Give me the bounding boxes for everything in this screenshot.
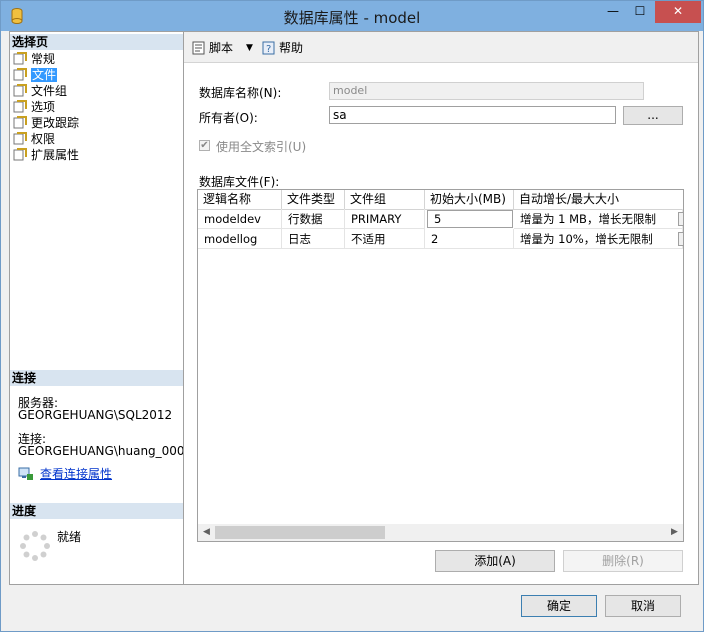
- nav-item-permissions[interactable]: 权限: [13, 131, 55, 147]
- database-properties-window: 数据库属性 - model — ☐ ✕ 选择页 常规 文件 文件组 选项 更改跟…: [0, 0, 704, 632]
- nav-item-label: 权限: [31, 132, 56, 146]
- page-icon: [13, 132, 27, 145]
- scroll-right-icon[interactable]: ▶: [666, 524, 683, 541]
- page-icon: [13, 84, 27, 97]
- ok-button[interactable]: 确定: [521, 595, 597, 617]
- cell-filegroup[interactable]: 不适用: [345, 229, 425, 249]
- owner-field[interactable]: sa: [329, 106, 616, 124]
- connection-properties-icon: [18, 467, 33, 480]
- connection-header: 连接: [10, 370, 183, 386]
- nav-item-general[interactable]: 常规: [13, 51, 55, 67]
- nav-item-label: 文件: [31, 68, 58, 82]
- col-file-type[interactable]: 文件类型: [282, 190, 345, 209]
- svg-text:?: ?: [266, 44, 271, 55]
- page-icon: [13, 68, 27, 81]
- db-name-label: 数据库名称(N):: [199, 86, 282, 100]
- nav-item-filegroups[interactable]: 文件组: [13, 83, 67, 99]
- cell-filegroup[interactable]: PRIMARY: [345, 209, 425, 229]
- cell-logical-name[interactable]: modellog: [198, 229, 282, 249]
- col-autogrowth[interactable]: 自动增长/最大大小: [514, 190, 683, 209]
- fulltext-label: 使用全文索引(U): [216, 140, 307, 154]
- cell-file-type[interactable]: 行数据: [282, 209, 345, 229]
- table-row[interactable]: modeldev 行数据 PRIMARY 5 增量为 1 MB，增长无限制: [198, 209, 683, 229]
- db-files-label: 数据库文件(F):: [199, 175, 280, 189]
- owner-label: 所有者(O):: [199, 111, 258, 125]
- remove-button[interactable]: 删除(R): [563, 550, 683, 572]
- nav-item-label: 更改跟踪: [31, 116, 80, 130]
- fulltext-checkbox[interactable]: ✔: [199, 140, 210, 151]
- view-connection-properties-link[interactable]: 查看连接属性: [18, 467, 112, 481]
- nav-item-label: 选项: [31, 100, 56, 114]
- scrollbar-thumb[interactable]: [215, 526, 385, 539]
- server-value: GEORGEHUANG\SQL2012: [18, 408, 173, 422]
- cell-file-type[interactable]: 日志: [282, 229, 345, 249]
- nav-item-options[interactable]: 选项: [13, 99, 55, 115]
- close-button[interactable]: ✕: [655, 1, 701, 23]
- nav-item-files[interactable]: 文件: [13, 67, 58, 83]
- owner-browse-button[interactable]: ...: [623, 106, 683, 125]
- connection-value: GEORGEHUANG\huang_000: [18, 444, 185, 458]
- page-icon: [13, 52, 27, 65]
- db-name-field: model: [329, 82, 644, 100]
- progress-spinner-icon: [20, 531, 50, 561]
- nav-item-label: 扩展属性: [31, 148, 80, 162]
- col-filegroup[interactable]: 文件组: [345, 190, 425, 209]
- page-icon: [13, 100, 27, 113]
- progress-header: 进度: [10, 503, 183, 519]
- script-dropdown-arrow[interactable]: ▼: [246, 40, 253, 56]
- nav-item-label: 常规: [31, 52, 56, 66]
- left-pane: 选择页 常规 文件 文件组 选项 更改跟踪 权限 扩展属性 连接 服务器: GE…: [9, 31, 185, 585]
- db-files-grid: 逻辑名称 文件类型 文件组 初始大小(MB) 自动增长/最大大小 modelde…: [197, 189, 684, 542]
- add-button[interactable]: 添加(A): [435, 550, 555, 572]
- nav-item-label: 文件组: [31, 84, 68, 98]
- view-connection-properties-label[interactable]: 查看连接属性: [40, 467, 112, 481]
- nav-item-extended-properties[interactable]: 扩展属性: [13, 147, 79, 163]
- help-button[interactable]: ? 帮助: [261, 40, 303, 56]
- scroll-left-icon[interactable]: ◀: [198, 524, 215, 541]
- autogrowth-browse-button[interactable]: [678, 232, 683, 246]
- nav-item-change-tracking[interactable]: 更改跟踪: [13, 115, 79, 131]
- cell-initial-size[interactable]: 5: [427, 210, 513, 228]
- progress-status: 就绪: [57, 530, 82, 544]
- help-label: 帮助: [279, 41, 304, 55]
- page-icon: [13, 116, 27, 129]
- window-title: 数据库属性 - model: [283, 9, 421, 27]
- cell-initial-size[interactable]: 2: [425, 229, 514, 249]
- autogrowth-browse-button[interactable]: [678, 212, 683, 226]
- cell-autogrowth[interactable]: 增量为 1 MB，增长无限制: [514, 209, 683, 229]
- col-logical-name[interactable]: 逻辑名称: [198, 190, 282, 209]
- script-label: 脚本: [209, 41, 234, 55]
- cancel-button[interactable]: 取消: [605, 595, 681, 617]
- page-icon: [13, 148, 27, 161]
- script-icon: [192, 41, 205, 55]
- minimize-button[interactable]: —: [599, 1, 627, 23]
- help-icon: ?: [262, 41, 275, 55]
- table-row[interactable]: modellog 日志 不适用 2 增量为 10%，增长无限制: [198, 229, 683, 249]
- script-button[interactable]: 脚本: [191, 40, 233, 56]
- select-page-header: 选择页: [10, 34, 183, 50]
- title-bar[interactable]: 数据库属性 - model — ☐ ✕: [1, 1, 703, 31]
- grid-header: 逻辑名称 文件类型 文件组 初始大小(MB) 自动增长/最大大小: [198, 190, 683, 210]
- maximize-button[interactable]: ☐: [627, 1, 653, 23]
- horizontal-scrollbar[interactable]: ◀ ▶: [198, 524, 683, 541]
- col-initial-size[interactable]: 初始大小(MB): [425, 190, 514, 209]
- cell-logical-name[interactable]: modeldev: [198, 209, 282, 229]
- toolbar: 脚本 ▼ ? 帮助: [184, 32, 698, 63]
- cell-autogrowth[interactable]: 增量为 10%，增长无限制: [514, 229, 683, 249]
